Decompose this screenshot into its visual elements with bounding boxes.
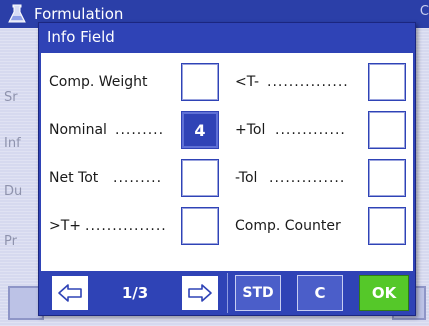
background-row: Pr — [4, 234, 17, 249]
dialog-toolbar: 1/3 STD C OK — [41, 273, 413, 313]
page-indicator: 1/3 — [121, 284, 149, 302]
background-title-right: C — [419, 4, 429, 19]
field-label: Net Tot — [49, 170, 99, 186]
next-page-button[interactable] — [181, 275, 219, 311]
field-label: Comp. Weight — [49, 74, 148, 90]
std-button[interactable]: STD — [235, 275, 281, 311]
field-checkbox[interactable] — [368, 159, 406, 197]
flask-icon — [8, 4, 26, 23]
toolbar-divider — [227, 273, 228, 313]
background-title: Formulation — [34, 5, 124, 23]
field-plus-tol[interactable]: +Tol ............. — [227, 111, 413, 153]
field-comp-weight[interactable]: Comp. Weight — [41, 63, 227, 105]
previous-page-button[interactable] — [51, 275, 89, 311]
field-dots: ............... — [85, 218, 167, 234]
field-label: +Tol — [235, 122, 266, 138]
field-dots: ............... — [267, 74, 349, 90]
background-row: Inf — [4, 136, 21, 151]
field-label: -Tol — [235, 170, 258, 186]
field-dots: ............. — [275, 122, 346, 138]
background-row: Sr — [4, 90, 18, 105]
field-dots: .............. — [269, 170, 346, 186]
field-checkbox[interactable] — [181, 63, 219, 101]
ok-button[interactable]: OK — [359, 275, 409, 311]
field-checkbox[interactable] — [181, 207, 219, 245]
field-nominal[interactable]: Nominal ......... 4 — [41, 111, 227, 153]
field-comp-counter[interactable]: Comp. Counter — [227, 207, 413, 249]
field-label: Nominal — [49, 122, 107, 138]
info-field-dialog: Info Field Comp. Weight Nominal ........… — [38, 22, 416, 316]
field-checkbox[interactable] — [181, 159, 219, 197]
field-label: <T- — [235, 74, 260, 90]
field-dots: ......... — [115, 122, 165, 138]
field-checkbox[interactable] — [368, 111, 406, 149]
clear-button[interactable]: C — [297, 275, 343, 311]
arrow-left-icon — [58, 284, 82, 302]
field-label: Comp. Counter — [235, 218, 341, 234]
field-net-tot[interactable]: Net Tot ......... — [41, 159, 227, 201]
field-checkbox[interactable] — [368, 63, 406, 101]
field-t-minus[interactable]: <T- ............... — [227, 63, 413, 105]
arrow-right-icon — [188, 284, 212, 302]
field-checkbox[interactable] — [368, 207, 406, 245]
dialog-title: Info Field — [39, 23, 415, 51]
field-minus-tol[interactable]: -Tol .............. — [227, 159, 413, 201]
dialog-body: Comp. Weight Nominal ......... 4 Net Tot… — [41, 53, 413, 271]
field-t-plus[interactable]: >T+ ............... — [41, 207, 227, 249]
field-dots: ......... — [113, 170, 163, 186]
field-label: >T+ — [49, 218, 82, 234]
background-row: Du — [4, 184, 23, 199]
field-checkbox[interactable]: 4 — [181, 111, 219, 149]
